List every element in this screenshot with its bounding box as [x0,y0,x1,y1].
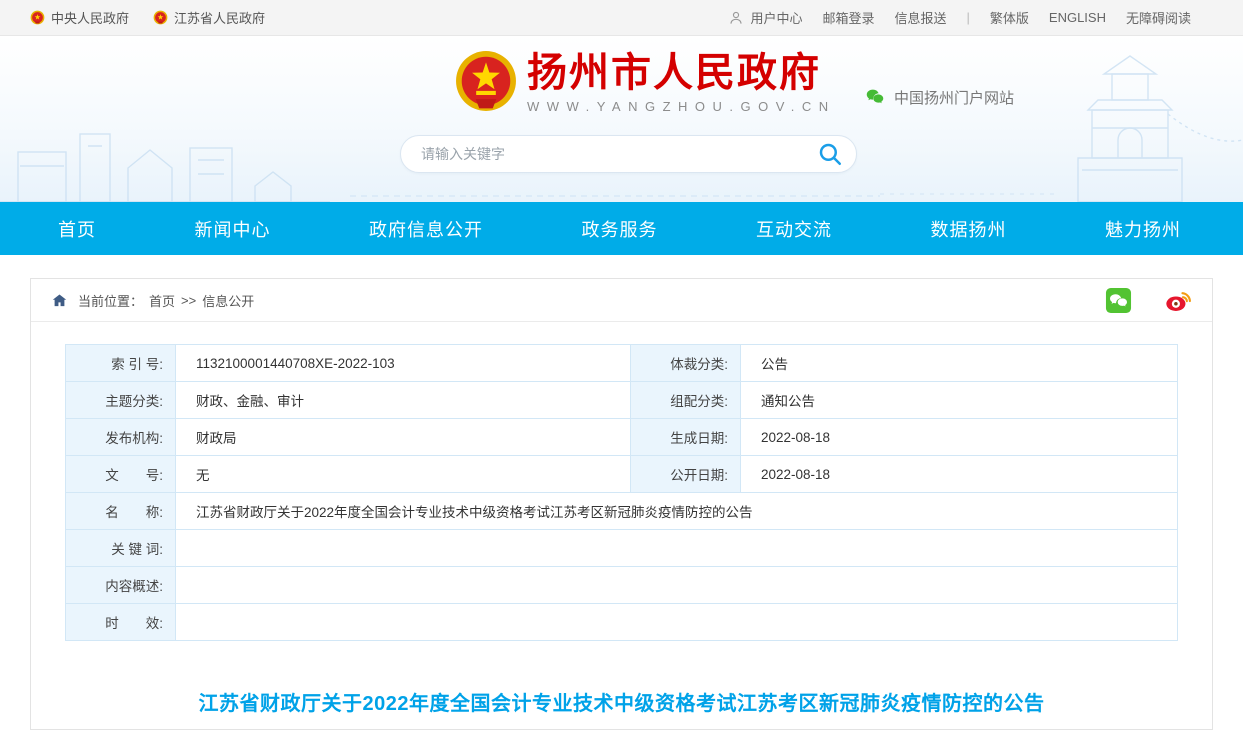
field-label-validity: 时 效: [66,604,176,641]
search-icon [817,141,843,167]
traditional-version-link[interactable]: 繁体版 [990,8,1029,27]
field-value-keywords [176,530,1178,567]
accessibility-link[interactable]: 无障碍阅读 [1126,8,1191,27]
search-button[interactable] [816,140,844,168]
site-logo[interactable]: 扬州市人民政府 WWW.YANGZHOU.GOV.CN [455,50,836,114]
breadcrumb-prefix: 当前位置： [78,291,143,310]
field-value-group-category: 通知公告 [741,382,1178,419]
field-value-name: 江苏省财政厅关于2022年度全国会计专业技术中级资格考试江苏考区新冠肺炎疫情防控… [176,493,1178,530]
field-value-publish-date: 2022-08-18 [741,456,1178,493]
national-emblem-icon [153,10,168,25]
search-bar [400,135,857,173]
field-value-document-number: 无 [176,456,631,493]
wechat-icon [864,86,886,108]
nav-gov-info-disclosure[interactable]: 政府信息公开 [369,216,483,242]
link-central-government[interactable]: 中央人民政府 [30,8,129,27]
nav-home[interactable]: 首页 [58,216,96,242]
table-row: 索 引 号: 1132100001440708XE-2022-103 体裁分类:… [66,345,1178,382]
topbar-divider: | [967,10,970,25]
field-label-generation-date: 生成日期: [631,419,741,456]
field-value-generation-date: 2022-08-18 [741,419,1178,456]
site-name: 扬州市人民政府 [527,50,836,96]
field-label-index-number: 索 引 号: [66,345,176,382]
field-label-publish-date: 公开日期: [631,456,741,493]
search-input[interactable] [421,146,816,162]
table-row: 内容概述: [66,567,1178,604]
field-label-name: 名 称: [66,493,176,530]
nav-interaction[interactable]: 互动交流 [756,216,832,242]
national-emblem-icon [30,10,45,25]
field-value-issuing-agency: 财政局 [176,419,631,456]
user-center-link[interactable]: 用户中心 [728,8,802,27]
breadcrumb-separator: >> [181,293,196,308]
table-row: 主题分类: 财政、金融、审计 组配分类: 通知公告 [66,382,1178,419]
field-value-theme-category: 财政、金融、审计 [176,382,631,419]
field-label-content-summary: 内容概述: [66,567,176,604]
field-label-group-category: 组配分类: [631,382,741,419]
table-row: 关 键 词: [66,530,1178,567]
table-row: 名 称: 江苏省财政厅关于2022年度全国会计专业技术中级资格考试江苏考区新冠肺… [66,493,1178,530]
site-header: 扬州市人民政府 WWW.YANGZHOU.GOV.CN 中国扬州门户网站 [0,36,1243,202]
central-gov-label: 中央人民政府 [51,8,129,27]
jiangsu-gov-label: 江苏省人民政府 [174,8,265,27]
portal-label-text: 中国扬州门户网站 [894,87,1014,108]
national-emblem-icon [455,50,517,112]
article-title: 江苏省财政厅关于2022年度全国会计专业技术中级资格考试江苏考区新冠肺炎疫情防控… [31,687,1212,716]
nav-charm-yangzhou[interactable]: 魅力扬州 [1105,216,1181,242]
home-icon [51,292,68,309]
mail-login-link[interactable]: 邮箱登录 [822,8,874,27]
share-wechat-button[interactable] [1105,287,1132,314]
field-label-keywords: 关 键 词: [66,530,176,567]
table-row: 时 效: [66,604,1178,641]
nav-data-yangzhou[interactable]: 数据扬州 [931,216,1007,242]
site-title-block: 扬州市人民政府 WWW.YANGZHOU.GOV.CN [527,50,836,114]
main-nav: 首页 新闻中心 政府信息公开 政务服务 互动交流 数据扬州 魅力扬州 [0,202,1243,255]
field-label-theme-category: 主题分类: [66,382,176,419]
field-label-genre-category: 体裁分类: [631,345,741,382]
nav-news-center[interactable]: 新闻中心 [195,216,271,242]
topbar: 中央人民政府 江苏省人民政府 用户中心 邮箱登录 信息报送 | 繁体版 ENGL… [0,0,1243,36]
field-value-content-summary [176,567,1178,604]
field-value-genre-category: 公告 [741,345,1178,382]
nav-gov-services[interactable]: 政务服务 [582,216,658,242]
site-url: WWW.YANGZHOU.GOV.CN [527,99,836,114]
breadcrumb: 当前位置： 首页 >> 信息公开 [31,279,1212,322]
breadcrumb-section-link[interactable]: 信息公开 [202,291,254,310]
field-label-issuing-agency: 发布机构: [66,419,176,456]
english-version-link[interactable]: ENGLISH [1049,10,1106,25]
field-value-validity [176,604,1178,641]
topbar-right: 用户中心 邮箱登录 信息报送 | 繁体版 ENGLISH 无障碍阅读 [728,8,1191,27]
portal-label: 中国扬州门户网站 [864,86,1014,108]
content-card: 当前位置： 首页 >> 信息公开 [30,278,1213,730]
weibo-icon [1164,286,1192,314]
share-icons [1105,286,1192,314]
topbar-left: 中央人民政府 江苏省人民政府 [30,8,265,27]
table-row: 发布机构: 财政局 生成日期: 2022-08-18 [66,419,1178,456]
breadcrumb-home-link[interactable]: 首页 [149,291,175,310]
wechat-icon [1105,287,1132,314]
field-value-index-number: 1132100001440708XE-2022-103 [176,345,631,382]
link-jiangsu-government[interactable]: 江苏省人民政府 [153,8,265,27]
table-row: 文 号: 无 公开日期: 2022-08-18 [66,456,1178,493]
content-area: 当前位置： 首页 >> 信息公开 [0,255,1243,730]
user-icon [728,10,744,26]
metadata-table: 索 引 号: 1132100001440708XE-2022-103 体裁分类:… [65,344,1178,641]
info-report-link[interactable]: 信息报送 [894,8,946,27]
user-center-label: 用户中心 [750,8,802,27]
share-weibo-button[interactable] [1164,286,1192,314]
field-label-document-number: 文 号: [66,456,176,493]
